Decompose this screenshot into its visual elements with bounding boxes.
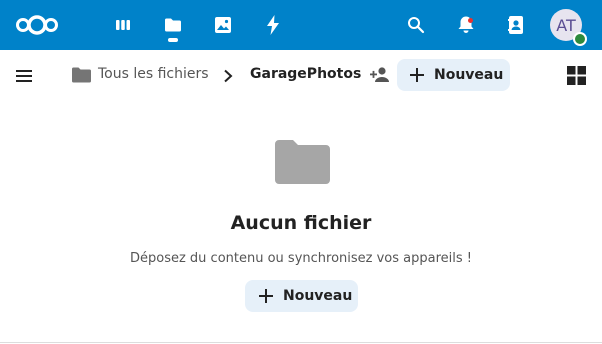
contacts-icon[interactable]	[501, 10, 531, 40]
empty-state-description: Déposez du contenu ou synchronisez vos a…	[129, 251, 472, 266]
notifications-icon[interactable]	[451, 10, 481, 40]
share-user-icon[interactable]	[369, 65, 391, 85]
dashboard-icon[interactable]	[108, 10, 138, 40]
notification-badge	[468, 18, 473, 23]
active-app-indicator	[168, 38, 178, 42]
menu-icon[interactable]	[14, 66, 34, 86]
new-button-toolbar[interactable]: Nouveau	[397, 59, 510, 91]
plus-icon	[259, 289, 273, 303]
breadcrumb-root-link[interactable]: Tous les fichiers	[98, 66, 209, 82]
search-icon[interactable]	[401, 10, 431, 40]
empty-state-title: Aucun fichier	[230, 212, 372, 234]
online-status-icon	[573, 32, 587, 46]
avatar-initials: AT	[556, 15, 576, 35]
nextcloud-logo-icon[interactable]	[14, 12, 60, 38]
photos-icon[interactable]	[208, 10, 238, 40]
new-button-empty-state[interactable]: Nouveau	[245, 280, 358, 312]
divider	[0, 342, 602, 343]
breadcrumb-current[interactable]: GaragePhotos	[250, 66, 361, 82]
plus-icon	[410, 68, 424, 82]
files-icon[interactable]	[158, 10, 188, 40]
empty-folder-icon	[275, 140, 330, 184]
activity-icon[interactable]	[258, 10, 288, 40]
new-button-label: Nouveau	[434, 67, 504, 83]
folder-icon	[72, 67, 91, 83]
new-button-label: Nouveau	[283, 288, 353, 304]
chevron-right-icon	[222, 68, 234, 83]
grid-view-icon[interactable]	[567, 66, 586, 85]
